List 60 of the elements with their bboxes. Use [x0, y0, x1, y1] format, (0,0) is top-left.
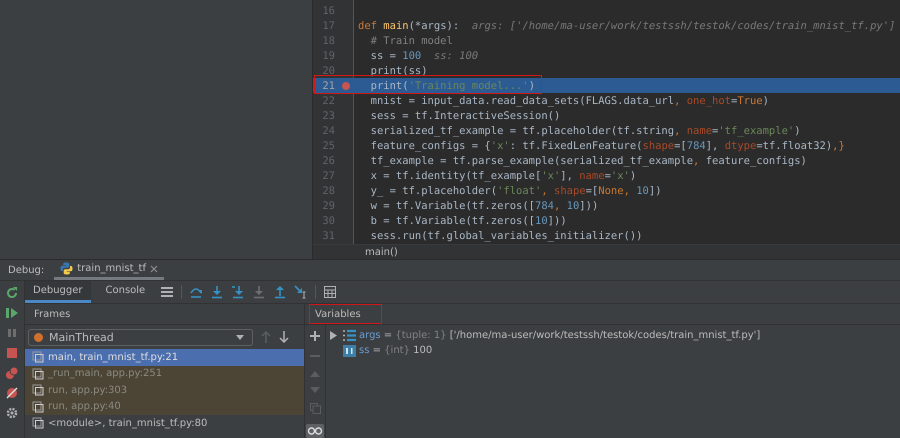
code-line: mnist = input_data.read_data_sets(FLAGS.data_url, one_hot=True)	[370, 94, 769, 106]
code-line: b = tf.Variable(tf.zeros([10]))	[370, 214, 567, 226]
close-icon[interactable]	[150, 264, 158, 272]
breakpoint-icon[interactable]	[342, 82, 350, 90]
resume-icon[interactable]	[5, 306, 19, 320]
frame-icon	[32, 351, 44, 364]
frame-icon	[32, 384, 44, 396]
stop-icon[interactable]	[5, 346, 19, 360]
code-line: tf_example = tf.parse_example(serialized_tf_example, feature_configs)	[370, 154, 807, 166]
code-line: print(ss)	[370, 64, 428, 76]
debugger-tab[interactable]: Console	[98, 281, 154, 303]
line-number: 21	[321, 78, 336, 93]
copy-icon[interactable]	[310, 403, 320, 414]
step-into-mine-icon[interactable]	[231, 285, 246, 299]
python-icon	[60, 262, 74, 275]
expand-arrow-icon[interactable]	[330, 331, 337, 340]
code-line: ss = 100 ss: 100	[370, 50, 478, 62]
breakpoints-icon[interactable]	[5, 366, 19, 380]
frame-icon	[32, 368, 44, 380]
plus-icon[interactable]	[310, 331, 320, 341]
debug-label: Debug:	[8, 264, 44, 276]
thread-dropdown[interactable]: MainThread	[28, 328, 253, 346]
run-to-cursor-icon[interactable]	[294, 285, 308, 299]
calculator-icon[interactable]	[323, 285, 338, 299]
code-line: sess.run(tf.global_variables_initializer())	[370, 230, 642, 242]
code-line: y_ = tf.placeholder('float', shape=[None, 10])	[370, 184, 662, 196]
step-out-icon[interactable]	[273, 285, 288, 299]
thread-status-icon	[34, 332, 43, 342]
debugger-tab[interactable]: Debugger	[25, 281, 90, 303]
frames-header: Frames	[34, 308, 70, 320]
variable-entry[interactable]: args = {tuple: 1} ['/home/ma-user/work/testssh/testok/codes/train_mnist_tf.py']	[359, 330, 760, 341]
mute-breakpoints-icon[interactable]	[5, 386, 19, 400]
frame-icon	[32, 400, 44, 413]
step-into-icon[interactable]	[210, 285, 224, 299]
breadcrumb[interactable]: main()	[365, 246, 398, 258]
rerun-icon[interactable]	[5, 286, 19, 300]
menu-icon[interactable]	[160, 286, 174, 298]
code-line: feature_configs = {'x': tf.FixedLenFeature(shape=[784], dtype=tf.float32),}	[370, 140, 845, 152]
down-triangle-icon[interactable]	[310, 387, 320, 393]
up-arrow-icon[interactable]	[261, 331, 271, 343]
step-over-icon[interactable]	[189, 285, 204, 299]
frame-item[interactable]: main, train_mnist_tf.py:21	[25, 349, 304, 366]
variable-entry[interactable]: ss = {int} 100	[359, 345, 432, 356]
code-line: # Train model	[370, 34, 453, 46]
frame-icon	[32, 417, 44, 430]
frame-item[interactable]: <module>, train_mnist_tf.py:80	[25, 415, 304, 432]
code-line: def main(*args): args: ['/home/ma-user/work/testssh/testok/codes/train_mnist_tf.py']	[358, 20, 896, 32]
down-arrow-icon[interactable]	[279, 331, 289, 343]
up-triangle-icon[interactable]	[310, 371, 320, 377]
code-line: w = tf.Variable(tf.zeros([784, 10]))	[370, 200, 598, 212]
caret-icon[interactable]	[236, 334, 244, 340]
code-line: serialized_tf_example = tf.placeholder(tf.string, name='tf_example')	[370, 124, 801, 136]
force-step-icon[interactable]	[252, 285, 266, 299]
variables-header: Variables	[309, 304, 382, 324]
settings-icon[interactable]	[5, 406, 19, 420]
glasses-icon[interactable]	[306, 424, 324, 438]
code-line: x = tf.identity(tf_example['x'], name='x')	[370, 170, 636, 182]
code-line: print('Training model...')	[370, 80, 536, 92]
pause-icon[interactable]	[5, 326, 19, 340]
code-line: sess = tf.InteractiveSession()	[370, 110, 560, 122]
